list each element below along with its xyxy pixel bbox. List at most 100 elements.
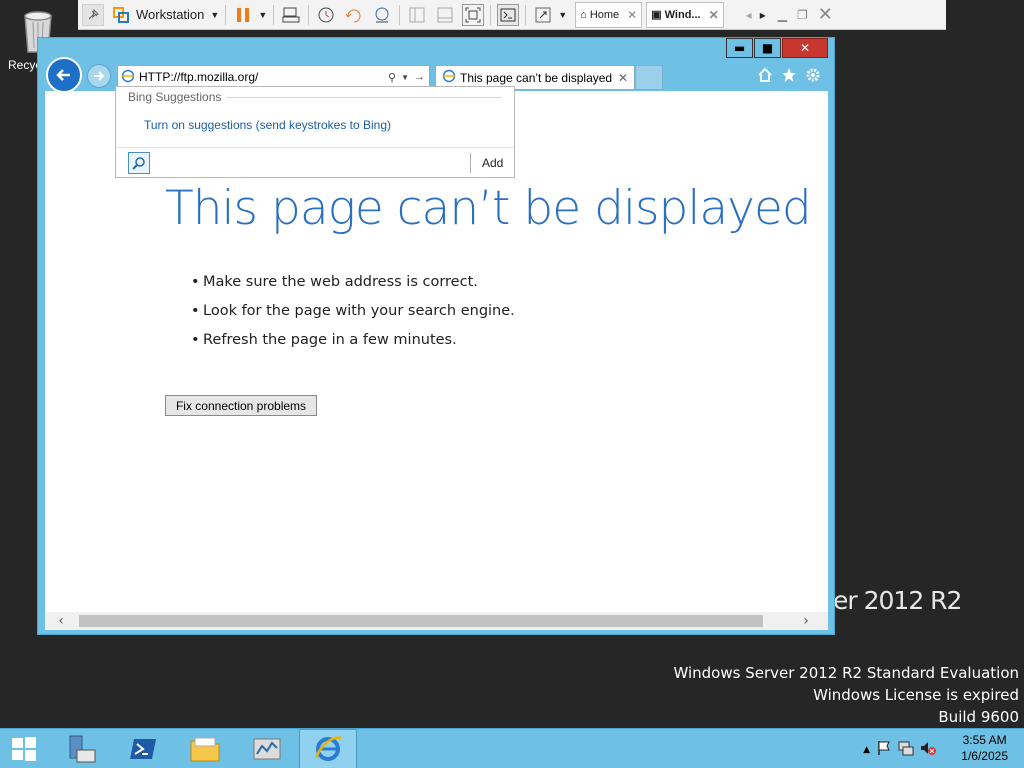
scrollbar-thumb[interactable] bbox=[79, 615, 763, 627]
tab-scroll-left-icon[interactable]: ◂ bbox=[746, 8, 752, 22]
internet-explorer-icon bbox=[314, 736, 342, 761]
go-arrow-icon[interactable]: → bbox=[414, 71, 425, 83]
pause-icon[interactable] bbox=[232, 4, 254, 26]
suggestions-header: Bing Suggestions bbox=[128, 90, 222, 104]
server-manager-icon bbox=[69, 735, 96, 763]
minimize-button[interactable]: ▬ bbox=[726, 38, 753, 58]
send-keys-icon[interactable] bbox=[280, 4, 302, 26]
scroll-left-icon[interactable]: ‹ bbox=[51, 612, 71, 630]
task-manager-icon bbox=[253, 738, 281, 760]
arrow-left-icon bbox=[56, 69, 70, 81]
snapshot-icon[interactable] bbox=[315, 4, 337, 26]
powershell-icon bbox=[130, 739, 156, 759]
stretch-icon[interactable] bbox=[532, 4, 554, 26]
revert-snapshot-icon[interactable] bbox=[343, 4, 365, 26]
minimize-icon[interactable]: ▁ bbox=[778, 8, 787, 22]
start-button[interactable] bbox=[0, 729, 48, 768]
divider bbox=[273, 4, 275, 25]
gear-icon[interactable] bbox=[804, 66, 822, 84]
tab-windows-vm[interactable]: ▣ Wind... ✕ bbox=[646, 1, 724, 28]
powershell-button[interactable] bbox=[114, 729, 172, 768]
show-hidden-icons-icon[interactable]: ▲ bbox=[863, 745, 870, 755]
chevron-down-icon[interactable]: ▼ bbox=[258, 10, 267, 20]
tab-home[interactable]: ⌂ Home ✕ bbox=[575, 1, 643, 28]
eval-line: Build 9600 bbox=[938, 708, 1019, 726]
divider bbox=[525, 4, 527, 25]
close-icon[interactable]: ✕ bbox=[818, 4, 833, 25]
clock-date: 1/6/2025 bbox=[961, 749, 1008, 763]
divider bbox=[225, 4, 227, 25]
windows-logo-icon bbox=[12, 737, 36, 761]
taskbar: ▲ 3:55 AM 1/6/2025 bbox=[0, 728, 1024, 768]
divider bbox=[470, 153, 471, 173]
folder-icon bbox=[190, 737, 220, 762]
eval-line: Windows License is expired bbox=[813, 686, 1019, 704]
add-search-provider-button[interactable]: Add bbox=[482, 156, 503, 170]
list-item: Make sure the web address is correct. bbox=[191, 273, 515, 291]
server-manager-button[interactable] bbox=[52, 729, 110, 768]
maximize-icon[interactable]: ❐ bbox=[797, 8, 808, 22]
forward-button[interactable] bbox=[87, 64, 111, 88]
divider bbox=[308, 4, 310, 25]
tab-title: This page can’t be displayed bbox=[460, 70, 613, 85]
horizontal-scrollbar[interactable]: ‹ › bbox=[45, 612, 828, 630]
clock[interactable]: 3:55 AM 1/6/2025 bbox=[961, 732, 1008, 764]
new-tab-button[interactable] bbox=[635, 65, 663, 90]
os-branding: er 2012 R2 bbox=[833, 586, 962, 615]
eval-line: Windows Server 2012 R2 Standard Evaluati… bbox=[673, 664, 1019, 682]
snapshot-manager-icon[interactable] bbox=[371, 4, 393, 26]
divider bbox=[226, 97, 502, 98]
evaluation-watermark: Windows Server 2012 R2 Standard Evaluati… bbox=[673, 662, 1019, 728]
home-icon[interactable] bbox=[756, 66, 774, 84]
window-controls: ▬ ■ ✕ bbox=[725, 38, 828, 58]
internet-explorer-button[interactable] bbox=[299, 729, 357, 768]
chevron-down-icon[interactable]: ▼ bbox=[558, 10, 567, 20]
divider bbox=[399, 4, 401, 25]
search-icon[interactable] bbox=[128, 152, 150, 174]
address-actions: ⚲ ▼ → bbox=[388, 71, 425, 84]
system-tray: ▲ bbox=[863, 740, 936, 760]
close-icon[interactable]: ✕ bbox=[627, 8, 637, 22]
tab-label: Wind... bbox=[664, 8, 701, 21]
page-headline: This page can’t be displayed bbox=[165, 181, 812, 236]
browser-toolbar-icons bbox=[756, 66, 822, 84]
address-input[interactable]: HTTP://ftp.mozilla.org/ bbox=[139, 70, 388, 84]
sidebar-view-icon[interactable] bbox=[406, 4, 428, 26]
list-item: Look for the page with your search engin… bbox=[191, 302, 515, 320]
action-center-flag-icon[interactable] bbox=[876, 740, 892, 760]
scroll-right-icon[interactable]: › bbox=[796, 612, 816, 630]
arrow-right-icon bbox=[94, 71, 105, 81]
console-view-icon[interactable] bbox=[434, 4, 456, 26]
file-explorer-button[interactable] bbox=[176, 729, 234, 768]
tab-label: Home bbox=[589, 8, 620, 21]
chevron-down-icon[interactable]: ▼ bbox=[401, 73, 409, 82]
clock-time: 3:55 AM bbox=[962, 733, 1007, 747]
terminal-icon[interactable] bbox=[497, 3, 520, 26]
volume-muted-icon[interactable] bbox=[920, 740, 936, 760]
back-button[interactable] bbox=[46, 57, 82, 93]
pin-icon[interactable] bbox=[82, 3, 104, 26]
suggestions-footer: Add bbox=[116, 147, 514, 177]
network-icon[interactable] bbox=[898, 740, 914, 760]
task-manager-button[interactable] bbox=[238, 729, 296, 768]
close-icon[interactable]: ✕ bbox=[618, 71, 628, 85]
tab-scroll-right-icon[interactable]: ▸ bbox=[760, 8, 766, 22]
chevron-down-icon[interactable]: ▼ bbox=[210, 10, 219, 20]
workstation-logo-icon bbox=[110, 4, 132, 26]
workstation-menu[interactable]: Workstation bbox=[136, 7, 204, 22]
troubleshoot-list: Make sure the web address is correct. Lo… bbox=[191, 273, 515, 360]
turn-on-suggestions-link[interactable]: Turn on suggestions (send keystrokes to … bbox=[144, 118, 391, 132]
vmware-toolbar: Workstation ▼ ▼ ▼ ⌂ Home ✕ ▣ Wind... ✕ ◂… bbox=[78, 0, 946, 30]
divider bbox=[490, 4, 492, 25]
close-button[interactable]: ✕ bbox=[782, 38, 828, 58]
search-icon[interactable]: ⚲ bbox=[388, 71, 396, 84]
ie-page-icon bbox=[442, 69, 456, 86]
ie-page-icon bbox=[121, 69, 135, 86]
close-icon[interactable]: ✕ bbox=[709, 8, 719, 22]
fullscreen-view-icon[interactable] bbox=[462, 3, 485, 26]
list-item: Refresh the page in a few minutes. bbox=[191, 331, 515, 349]
favorites-star-icon[interactable] bbox=[780, 66, 798, 84]
home-icon: ⌂ bbox=[580, 8, 587, 21]
maximize-button[interactable]: ■ bbox=[754, 38, 781, 58]
fix-connection-button[interactable]: Fix connection problems bbox=[165, 395, 317, 416]
